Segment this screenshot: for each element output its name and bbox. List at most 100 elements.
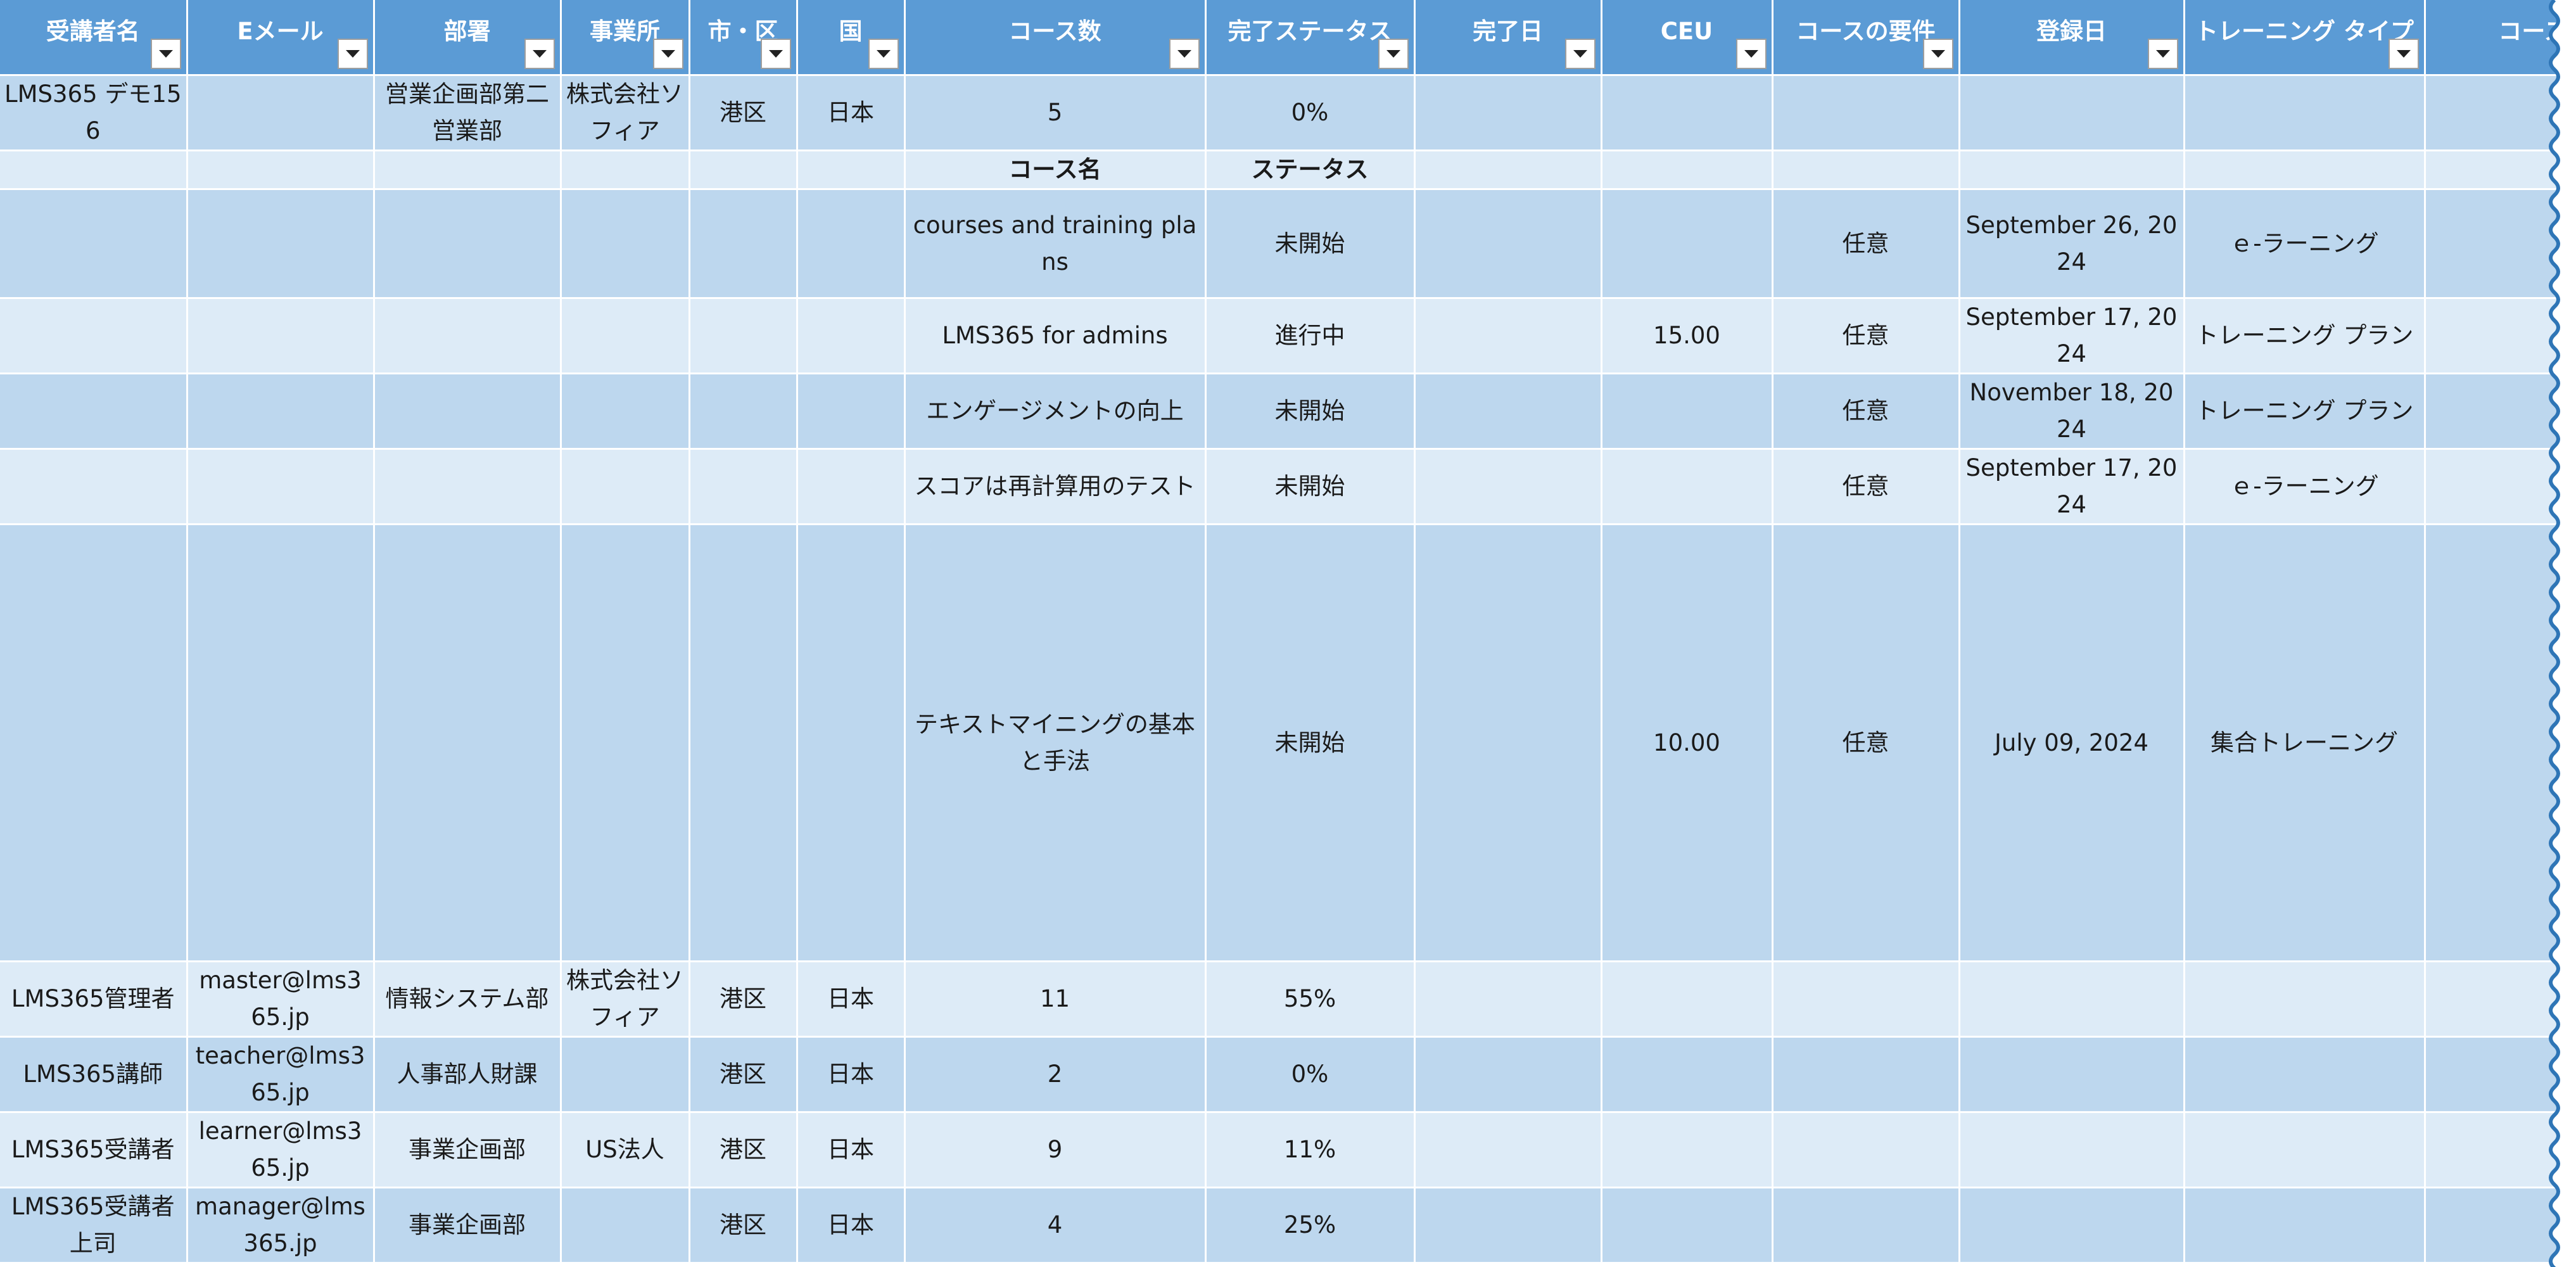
cell-registered-date[interactable]: November 18, 2024: [1959, 373, 2185, 450]
column-header-training-type[interactable]: トレーニング タイプ: [2184, 0, 2426, 76]
cell-learner-name[interactable]: LMS365講師: [0, 1036, 188, 1113]
cell-empty[interactable]: [1601, 150, 1773, 190]
cell-ceu[interactable]: [1601, 189, 1773, 299]
cell-completion-status[interactable]: 11%: [1205, 1112, 1416, 1188]
cell-empty[interactable]: [0, 150, 188, 190]
cell-course-status[interactable]: 未開始: [1205, 189, 1416, 299]
cell-course-name[interactable]: スコアは再計算用のテスト: [904, 449, 1207, 525]
cell-empty[interactable]: [1772, 961, 1960, 1038]
cell-course-count[interactable]: 4: [904, 1187, 1207, 1264]
cell-department[interactable]: 人事部人財課: [374, 1036, 562, 1113]
cell-completion-status[interactable]: 0%: [1205, 75, 1416, 151]
cell-completion-date[interactable]: [1414, 449, 1602, 525]
cell-empty[interactable]: [1414, 961, 1602, 1038]
cell-empty[interactable]: [1601, 1112, 1773, 1188]
cell-empty[interactable]: [1772, 1187, 1960, 1264]
cell-country[interactable]: 日本: [797, 75, 906, 151]
cell-empty[interactable]: [0, 449, 188, 525]
subheader-status[interactable]: ステータス: [1205, 150, 1416, 190]
cell-requirement[interactable]: 任意: [1772, 449, 1960, 525]
cell-empty[interactable]: [1414, 75, 1602, 151]
cell-course-count[interactable]: 9: [904, 1112, 1207, 1188]
cell-empty[interactable]: [1601, 1187, 1773, 1264]
column-header-completion-date[interactable]: 完了日: [1414, 0, 1602, 76]
cell-email[interactable]: master@lms365.jp: [187, 961, 375, 1038]
cell-empty[interactable]: [1772, 75, 1960, 151]
cell-department[interactable]: 事業企画部: [374, 1112, 562, 1188]
cell-empty[interactable]: [2184, 150, 2426, 190]
cell-course-count[interactable]: 5: [904, 75, 1207, 151]
cell-empty[interactable]: [1601, 75, 1773, 151]
cell-empty[interactable]: [561, 449, 690, 525]
cell-office[interactable]: 株式会社ソフィア: [561, 961, 690, 1038]
cell-course-status[interactable]: 進行中: [1205, 298, 1416, 374]
cell-completion-date[interactable]: [1414, 524, 1602, 962]
cell-empty[interactable]: [2184, 1112, 2426, 1188]
cell-empty[interactable]: [689, 189, 798, 299]
filter-dropdown-button[interactable]: [337, 39, 368, 69]
cell-empty[interactable]: [1772, 1112, 1960, 1188]
cell-country[interactable]: 日本: [797, 1187, 906, 1264]
cell-requirement[interactable]: 任意: [1772, 373, 1960, 450]
cell-training-type[interactable]: ｅ-ラーニング: [2184, 449, 2426, 525]
filter-dropdown-button[interactable]: [1922, 39, 1953, 69]
cell-empty[interactable]: [0, 524, 188, 962]
cell-course-name[interactable]: LMS365 for admins: [904, 298, 1207, 374]
cell-empty[interactable]: [797, 524, 906, 962]
cell-empty[interactable]: [689, 373, 798, 450]
cell-empty[interactable]: [797, 189, 906, 299]
cell-ceu[interactable]: [1601, 373, 1773, 450]
cell-empty[interactable]: [2184, 961, 2426, 1038]
cell-empty[interactable]: [187, 524, 375, 962]
filter-dropdown-button[interactable]: [1378, 39, 1409, 69]
cell-empty[interactable]: [561, 373, 690, 450]
cell-country[interactable]: 日本: [797, 1112, 906, 1188]
cell-ceu[interactable]: [1601, 449, 1773, 525]
column-header-department[interactable]: 部署: [374, 0, 562, 76]
cell-course-status[interactable]: 未開始: [1205, 524, 1416, 962]
cell-learner-name[interactable]: LMS365管理者: [0, 961, 188, 1038]
cell-empty[interactable]: [1772, 150, 1960, 190]
cell-empty[interactable]: [374, 524, 562, 962]
cell-registered-date[interactable]: July 09, 2024: [1959, 524, 2185, 962]
filter-dropdown-button[interactable]: [2388, 39, 2419, 69]
subheader-course-name[interactable]: コース名: [904, 150, 1207, 190]
cell-empty[interactable]: [1959, 1112, 2185, 1188]
cell-country[interactable]: 日本: [797, 1036, 906, 1113]
cell-empty[interactable]: [187, 449, 375, 525]
cell-registered-date[interactable]: September 26, 2024: [1959, 189, 2185, 299]
cell-empty[interactable]: [797, 150, 906, 190]
cell-training-type[interactable]: トレーニング プラン: [2184, 298, 2426, 374]
cell-empty[interactable]: [1959, 1187, 2185, 1264]
cell-empty[interactable]: [561, 298, 690, 374]
cell-empty[interactable]: [797, 298, 906, 374]
cell-course-status[interactable]: 未開始: [1205, 449, 1416, 525]
cell-country[interactable]: 日本: [797, 961, 906, 1038]
cell-empty[interactable]: [2184, 1187, 2426, 1264]
cell-empty[interactable]: [689, 449, 798, 525]
cell-city[interactable]: 港区: [689, 1112, 798, 1188]
cell-empty[interactable]: [374, 373, 562, 450]
cell-empty[interactable]: [1414, 1112, 1602, 1188]
cell-empty[interactable]: [561, 150, 690, 190]
cell-empty[interactable]: [374, 150, 562, 190]
column-header-email[interactable]: Eメール: [187, 0, 375, 76]
cell-city[interactable]: 港区: [689, 1036, 798, 1113]
cell-empty[interactable]: [1772, 1036, 1960, 1113]
cell-completion-status[interactable]: 0%: [1205, 1036, 1416, 1113]
cell-training-type[interactable]: 集合トレーニング: [2184, 524, 2426, 962]
cell-completion-date[interactable]: [1414, 298, 1602, 374]
cell-course-status[interactable]: 未開始: [1205, 373, 1416, 450]
column-header-learner-name[interactable]: 受講者名: [0, 0, 188, 76]
cell-training-type[interactable]: ｅ-ラーニング: [2184, 189, 2426, 299]
cell-empty[interactable]: [1414, 1187, 1602, 1264]
cell-requirement[interactable]: 任意: [1772, 189, 1960, 299]
column-header-city[interactable]: 市・区: [689, 0, 798, 76]
cell-empty[interactable]: [1601, 1036, 1773, 1113]
cell-empty[interactable]: [689, 298, 798, 374]
cell-completion-date[interactable]: [1414, 189, 1602, 299]
column-header-ceu[interactable]: CEU: [1601, 0, 1773, 76]
cell-empty[interactable]: [797, 449, 906, 525]
cell-training-type[interactable]: トレーニング プラン: [2184, 373, 2426, 450]
cell-empty[interactable]: [1959, 150, 2185, 190]
